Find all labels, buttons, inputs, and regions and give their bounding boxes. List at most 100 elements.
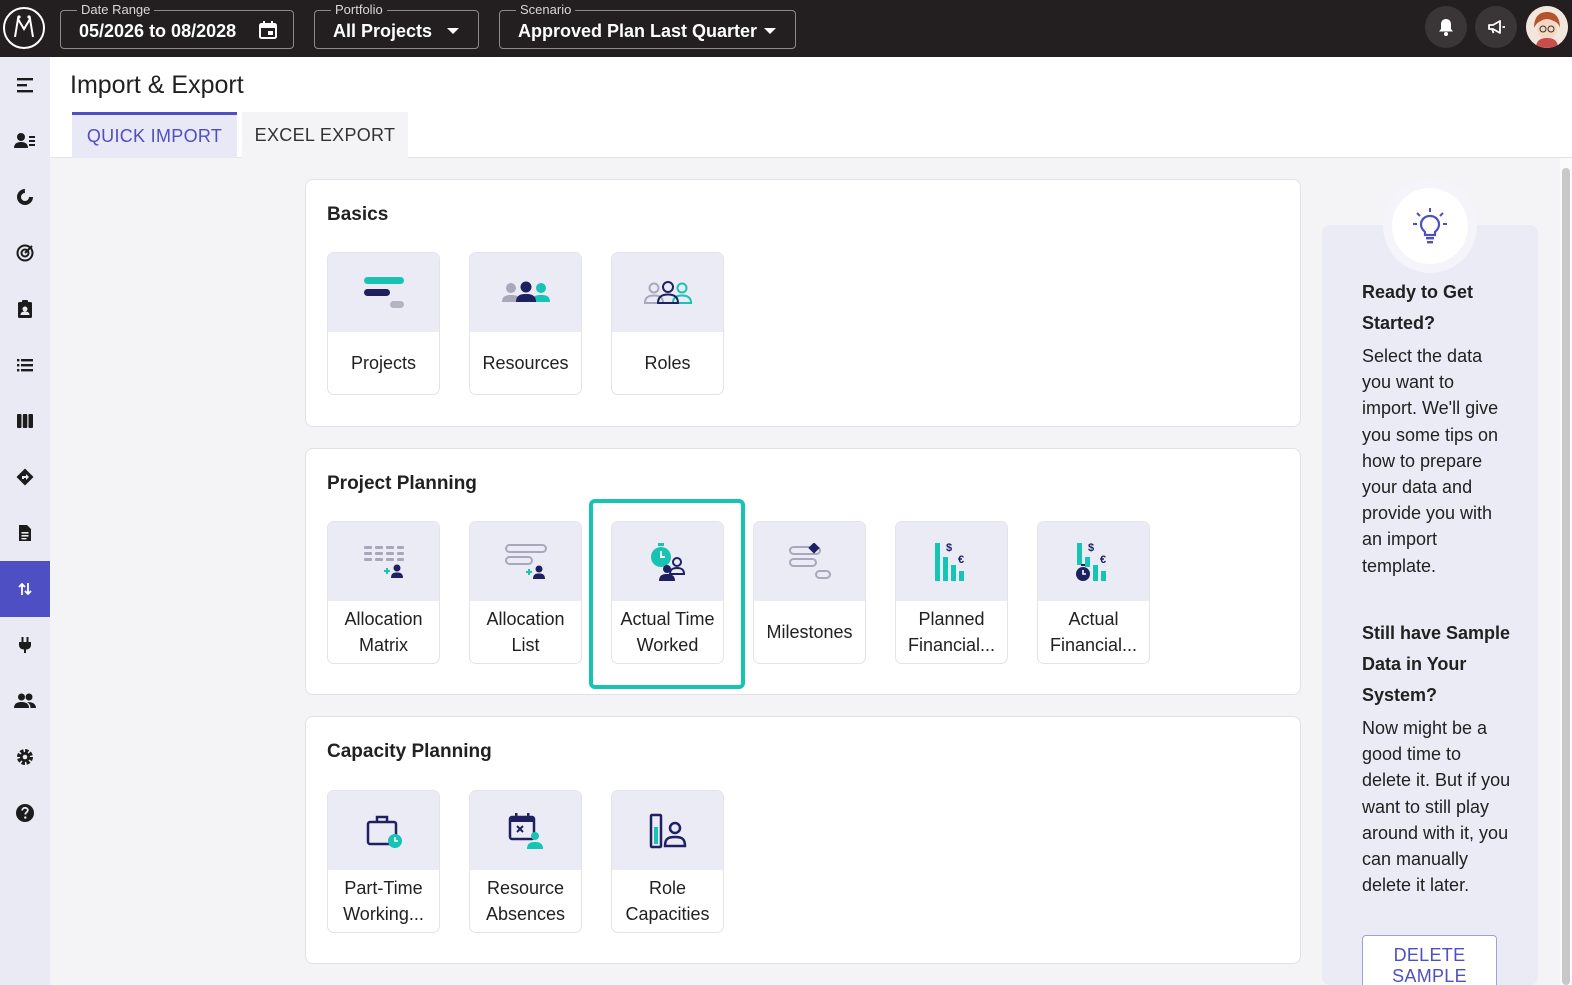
tips-heading-sample: Still have Sample Data in Your System?: [1362, 623, 1511, 705]
tile-milestones[interactable]: Milestones: [753, 521, 866, 664]
portfolio-label: Portfolio: [331, 2, 387, 18]
people-list-icon: [14, 133, 35, 148]
sidebar-item-analytics[interactable]: [0, 169, 50, 225]
tips-text-start: Select the data you want to import. We'l…: [1362, 346, 1499, 576]
tile-resources[interactable]: Resources: [469, 252, 582, 395]
tile-label: Roles: [644, 353, 691, 373]
role-capacity-icon: [649, 813, 686, 848]
tile-resource-absences[interactable]: Resource Absences: [469, 790, 582, 933]
help-icon: [16, 804, 34, 822]
document-icon: [19, 525, 31, 541]
tile-label: Resources: [482, 353, 569, 373]
tile-actual-time-worked[interactable]: Actual Time Worked: [611, 521, 724, 664]
sidebar-item-settings[interactable]: [0, 729, 50, 785]
tile-label: Actual Time Worked: [620, 609, 715, 655]
chevron-down-icon: [447, 28, 459, 34]
user-avatar[interactable]: [1526, 6, 1568, 48]
chevron-down-icon: [764, 28, 776, 34]
roles-icon: [643, 280, 692, 304]
tile-part-time-working[interactable]: Part-Time Working...: [327, 790, 440, 933]
tile-label: Part-Time Working...: [343, 878, 424, 924]
svg-text:€: €: [958, 554, 964, 566]
projects-icon: [363, 276, 404, 308]
section-title: Basics: [327, 204, 389, 225]
sidebar-item-import-export[interactable]: [0, 561, 50, 617]
scenario-select[interactable]: Scenario Approved Plan Last Quarter: [499, 2, 796, 49]
sidebar-item-reports[interactable]: [0, 505, 50, 561]
tile-actual-financials[interactable]: $ € Actual Financial...: [1037, 521, 1150, 664]
logo-icon: [14, 15, 34, 38]
sidebar-item-list[interactable]: [0, 337, 50, 393]
menu-collapse-icon: [17, 78, 33, 93]
section-title: Capacity Planning: [327, 741, 492, 762]
sidebar-item-users[interactable]: [0, 673, 50, 729]
avatar-icon: [1526, 6, 1568, 48]
page-header: Import & Export QUICK IMPORT EXCEL EXPOR…: [50, 57, 1572, 158]
app-logo[interactable]: [3, 7, 45, 49]
tile-label: Allocation List: [486, 609, 565, 655]
tile-allocation-list[interactable]: Allocation List: [469, 521, 582, 664]
tile-label: Projects: [350, 353, 417, 373]
date-range-value: 05/2026 to 08/2028: [79, 21, 237, 41]
tips-text-sample: Now might be a good time to delete it. B…: [1362, 718, 1511, 896]
milestones-icon: [788, 542, 831, 579]
briefcase-clock-icon: [366, 815, 402, 848]
notifications-button[interactable]: [1425, 6, 1467, 48]
allocation-matrix-icon: [363, 545, 404, 578]
section-title: Project Planning: [327, 473, 477, 494]
tile-label: Resource Absences: [485, 878, 566, 924]
tile-role-capacities[interactable]: Role Capacities: [611, 790, 724, 933]
sidebar-item-goals[interactable]: [0, 225, 50, 281]
svg-text:$: $: [1088, 542, 1094, 554]
sidebar: [0, 57, 50, 985]
tile-label: Allocation Matrix: [344, 609, 423, 655]
tips-bulb-badge: [1383, 179, 1477, 273]
import-export-icon: [18, 582, 32, 596]
plug-icon: [19, 637, 31, 653]
date-range-label: Date Range: [77, 2, 155, 18]
basics-section: Basics Projects Resources Roles: [305, 179, 1301, 427]
scrollbar-thumb[interactable]: [1562, 168, 1570, 985]
allocation-list-icon: [504, 543, 547, 579]
svg-text:€: €: [1100, 554, 1106, 566]
tile-roles[interactable]: Roles: [611, 252, 724, 395]
tab-quick-import[interactable]: QUICK IMPORT: [72, 112, 237, 158]
tab-excel-export[interactable]: EXCEL EXPORT: [242, 112, 408, 158]
actual-financials-icon: $ €: [1075, 542, 1106, 581]
tile-planned-financials[interactable]: $ € Planned Financial...: [895, 521, 1008, 664]
planned-financials-icon: $ €: [934, 542, 964, 581]
gear-icon: [17, 749, 33, 765]
sidebar-item-roadmap[interactable]: [0, 449, 50, 505]
calendar-icon[interactable]: [258, 20, 278, 40]
tile-label: Actual Financial...: [1049, 609, 1138, 655]
capacity-planning-section: Capacity Planning Part-Time Working... R…: [305, 716, 1301, 964]
delete-sample-button[interactable]: DELETE SAMPLE: [1362, 935, 1497, 985]
top-bar: Date Range 05/2026 to 08/2028 Portfolio …: [0, 0, 1572, 57]
columns-icon: [17, 414, 33, 428]
portfolio-value: All Projects: [333, 21, 433, 41]
sidebar-item-board[interactable]: [0, 393, 50, 449]
megaphone-icon: [1488, 20, 1505, 34]
tile-label: Milestones: [766, 622, 853, 642]
route-icon: [16, 468, 34, 486]
sidebar-item-people[interactable]: [0, 113, 50, 169]
sidebar-item-help[interactable]: [0, 785, 50, 841]
portfolio-select[interactable]: Portfolio All Projects: [314, 2, 479, 49]
group-icon: [14, 693, 36, 708]
list-icon: [17, 359, 33, 372]
sidebar-item-integrations[interactable]: [0, 617, 50, 673]
stopwatch-person-icon: [650, 542, 685, 581]
tile-projects[interactable]: Projects: [327, 252, 440, 395]
announcements-button[interactable]: [1475, 6, 1517, 48]
tile-allocation-matrix[interactable]: Allocation Matrix: [327, 521, 440, 664]
calendar-person-icon: [508, 812, 543, 849]
scenario-value: Approved Plan Last Quarter: [518, 21, 758, 41]
tips-heading-start: Ready to Get Started?: [1362, 282, 1474, 333]
tile-label: Planned Financial...: [907, 609, 996, 655]
sidebar-item-assignments[interactable]: [0, 281, 50, 337]
scenario-label: Scenario: [516, 2, 576, 18]
sidebar-item-menu[interactable]: [0, 57, 50, 113]
date-range-field[interactable]: Date Range 05/2026 to 08/2028: [60, 2, 294, 49]
project-planning-section: Project Planning Allocation Matrix Alloc…: [305, 448, 1301, 695]
page-title: Import & Export: [70, 71, 244, 99]
